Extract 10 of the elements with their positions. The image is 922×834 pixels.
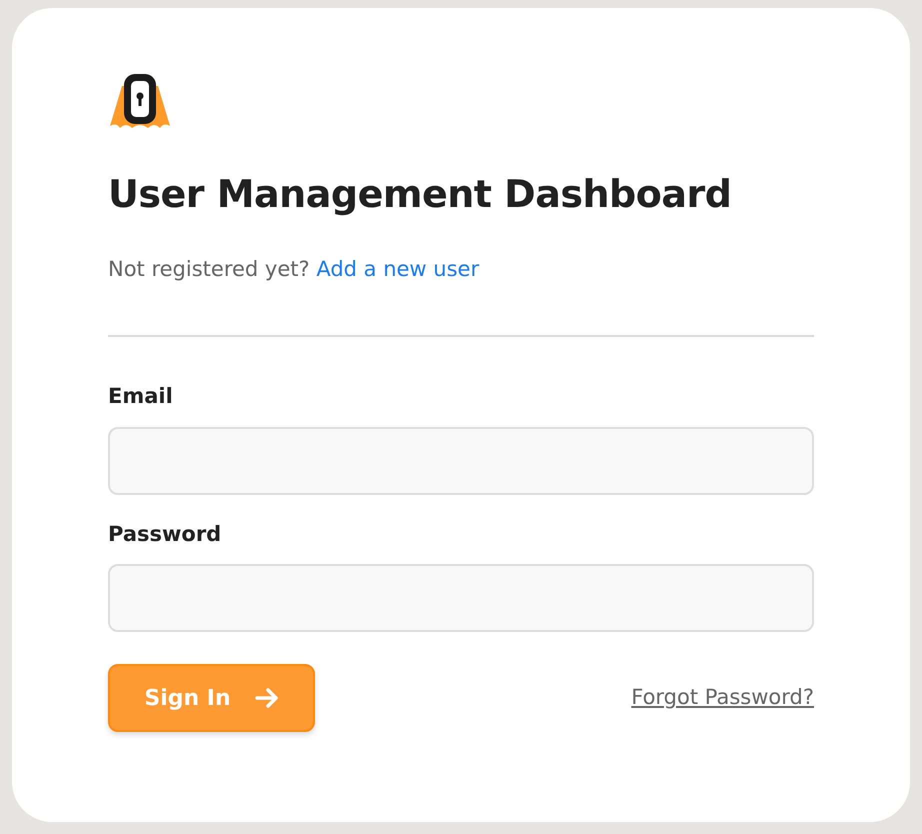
forgot-password-link[interactable]: Forgot Password? bbox=[631, 682, 814, 714]
field-label: Email bbox=[108, 383, 174, 410]
page-title: User Management Dashboard bbox=[108, 172, 732, 218]
password-field[interactable] bbox=[108, 564, 814, 632]
arrow-right-icon bbox=[254, 688, 279, 708]
register-prompt: Not registered yet? Add a new user bbox=[108, 256, 480, 283]
field-label: Password bbox=[108, 520, 222, 548]
email-field[interactable] bbox=[108, 426, 814, 495]
add-user-link[interactable]: Add a new user bbox=[316, 256, 480, 281]
sign-in-button[interactable]: Sign In bbox=[108, 664, 315, 732]
